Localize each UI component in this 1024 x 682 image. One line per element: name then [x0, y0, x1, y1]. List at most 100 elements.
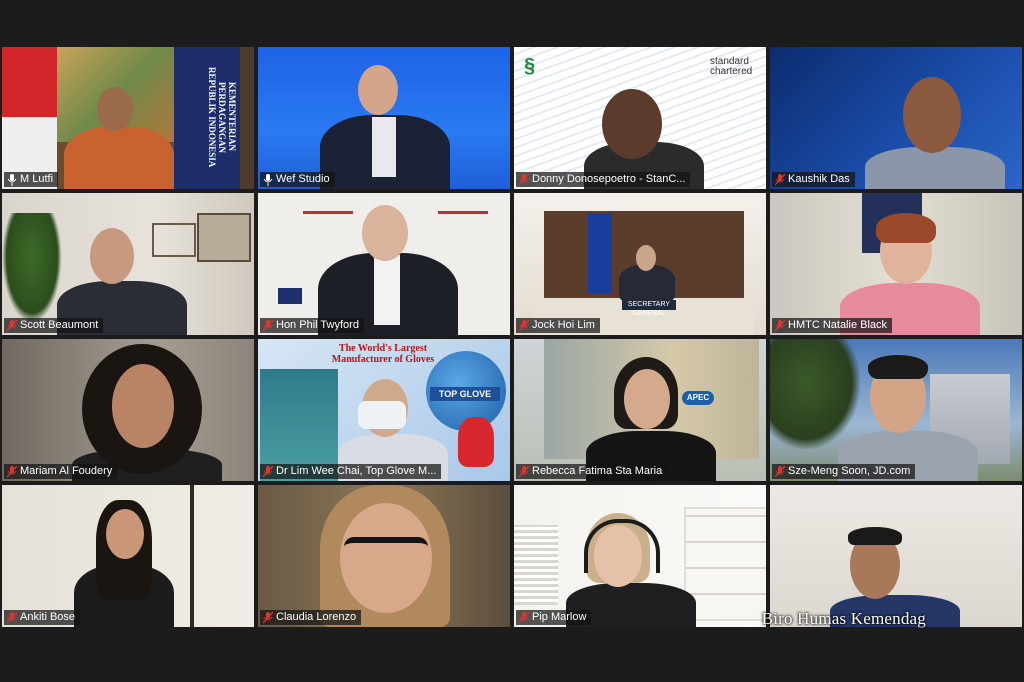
video-tile-pip-marlow[interactable]: Pip Marlow [514, 485, 766, 627]
picture-frame [197, 213, 251, 262]
microphone-muted-icon [519, 173, 529, 185]
secretary-general-plaque: SECRETARY GENERAL [622, 300, 676, 317]
participant-name: Mariam Al Foudery [20, 465, 113, 477]
person-head [362, 205, 408, 261]
participant-name-tag: Rebecca Fatima Sta Maria [516, 464, 668, 479]
microphone-muted-icon [263, 611, 273, 623]
tree [770, 339, 860, 449]
participant-name-tag: Mariam Al Foudery [4, 464, 118, 479]
video-tile-claudia-lorenzo[interactable]: Claudia Lorenzo [258, 485, 510, 627]
participant-name: Rebecca Fatima Sta Maria [532, 465, 663, 477]
video-tile-ankiti-bose[interactable]: Ankiti Bose [2, 485, 254, 627]
shirt [374, 255, 400, 325]
person-body [865, 147, 1005, 189]
person-head [624, 369, 670, 429]
crest-decoration [303, 193, 353, 214]
person-head [97, 87, 133, 131]
floor-lamp [190, 485, 194, 627]
participant-name: Scott Beaumont [20, 319, 99, 331]
video-tile-scott-beaumont[interactable]: Scott Beaumont [2, 193, 254, 335]
participant-name-tag: M Lutfi [4, 172, 59, 187]
apec-logo: APEC [682, 391, 714, 405]
person-head [112, 364, 174, 448]
ministry-banner-text: KEMENTERIAN PERDAGANGAN REPUBLIK INDONES… [207, 66, 237, 168]
standard-chartered-logo-icon: § [524, 55, 536, 77]
video-tile-lim-wee-chai[interactable]: The World's Largest Manufacturer of Glov… [258, 339, 510, 481]
video-tile-kaushik-das[interactable]: Kaushik Das [770, 47, 1022, 189]
participant-name: Jock Hoi Lim [532, 319, 595, 331]
microphone-muted-icon [775, 319, 785, 331]
hair [868, 355, 928, 379]
participant-name-tag: Hon Phil Twyford [260, 318, 364, 333]
red-glove-icon [458, 417, 494, 467]
microphone-muted-icon [263, 319, 273, 331]
standard-chartered-brand: standard chartered [710, 56, 753, 77]
participant-name: Dr Lim Wee Chai, Top Glove M... [276, 465, 437, 477]
participant-name: Claudia Lorenzo [276, 611, 357, 623]
participant-name-tag: Ankiti Bose [4, 610, 81, 625]
participant-name-tag: Scott Beaumont [4, 318, 104, 333]
participant-name-tag: HMTC Natalie Black [772, 318, 893, 333]
person-body [64, 127, 174, 189]
participant-name-tag: Jock Hoi Lim [516, 318, 600, 333]
microphone-muted-icon [7, 611, 17, 623]
microphone-muted-icon [519, 611, 529, 623]
participant-name: Sze-Meng Soon, JD.com [788, 465, 911, 477]
person-head [903, 77, 961, 153]
participant-name-tag: Sze-Meng Soon, JD.com [772, 464, 916, 479]
participant-name: Kaushik Das [788, 173, 850, 185]
video-tile-sze-meng-soon[interactable]: Sze-Meng Soon, JD.com [770, 339, 1022, 481]
microphone-muted-icon [775, 173, 785, 185]
person-head [636, 245, 656, 271]
person-head [602, 89, 662, 159]
microphone-muted-icon [519, 465, 529, 477]
glasses [344, 537, 428, 567]
picture-frame [152, 223, 196, 257]
face-mask [358, 401, 406, 429]
participant-name: HMTC Natalie Black [788, 319, 888, 331]
indonesia-flag [2, 47, 57, 117]
shirt [372, 117, 396, 177]
video-grid: KEMENTERIAN PERDAGANGAN REPUBLIK INDONES… [2, 47, 1022, 627]
participant-name-tag: Donny Donosepoetro - StanC... [516, 172, 691, 187]
microphone-icon [263, 173, 273, 186]
person-head [90, 228, 134, 284]
crest-decoration [438, 193, 488, 214]
participant-name: Pip Marlow [532, 611, 587, 623]
microphone-icon [7, 173, 17, 186]
hair [848, 527, 902, 545]
watermark: Biro Humas Kemendag [761, 609, 926, 628]
person-head [106, 509, 144, 559]
video-tile-unnamed[interactable] [770, 485, 1022, 627]
video-tile-mariam-al-foudery[interactable]: Mariam Al Foudery [2, 339, 254, 481]
video-tile-natalie-black[interactable]: HMTC Natalie Black [770, 193, 1022, 335]
microphone-muted-icon [7, 465, 17, 477]
plant [2, 213, 62, 323]
video-tile-jock-hoi-lim[interactable]: SECRETARY GENERAL Jock Hoi Lim [514, 193, 766, 335]
video-tile-wef-studio[interactable]: Wef Studio [258, 47, 510, 189]
video-tile-phil-twyford[interactable]: Hon Phil Twyford [258, 193, 510, 335]
participant-name: Ankiti Bose [20, 611, 76, 623]
microphone-muted-icon [7, 319, 17, 331]
participant-name: M Lutfi [20, 173, 54, 185]
participant-name: Wef Studio [276, 173, 330, 185]
participant-name-tag: Kaushik Das [772, 172, 855, 187]
top-glove-headline: The World's Largest Manufacturer of Glov… [331, 343, 435, 365]
participant-name: Donny Donosepoetro - StanC... [532, 173, 686, 185]
video-tile-donny-donosepoetro[interactable]: § standard chartered Donny Donosepoetro … [514, 47, 766, 189]
video-tile-m-lutfi[interactable]: KEMENTERIAN PERDAGANGAN REPUBLIK INDONES… [2, 47, 254, 189]
participant-name-tag: Dr Lim Wee Chai, Top Glove M... [260, 464, 442, 479]
bookshelf [684, 507, 766, 621]
top-glove-badge: TOP GLOVE [430, 387, 500, 401]
new-zealand-flag [278, 288, 302, 304]
window-blinds [514, 525, 558, 605]
headset-icon [584, 519, 660, 573]
participant-name-tag: Claudia Lorenzo [260, 610, 362, 625]
microphone-muted-icon [263, 465, 273, 477]
video-tile-rebecca-fatima-sta-maria[interactable]: APEC Rebecca Fatima Sta Maria [514, 339, 766, 481]
person-head [358, 65, 398, 115]
hair [876, 213, 936, 243]
microphone-muted-icon [519, 319, 529, 331]
participant-name-tag: Wef Studio [260, 172, 335, 187]
asean-flag [588, 213, 612, 293]
